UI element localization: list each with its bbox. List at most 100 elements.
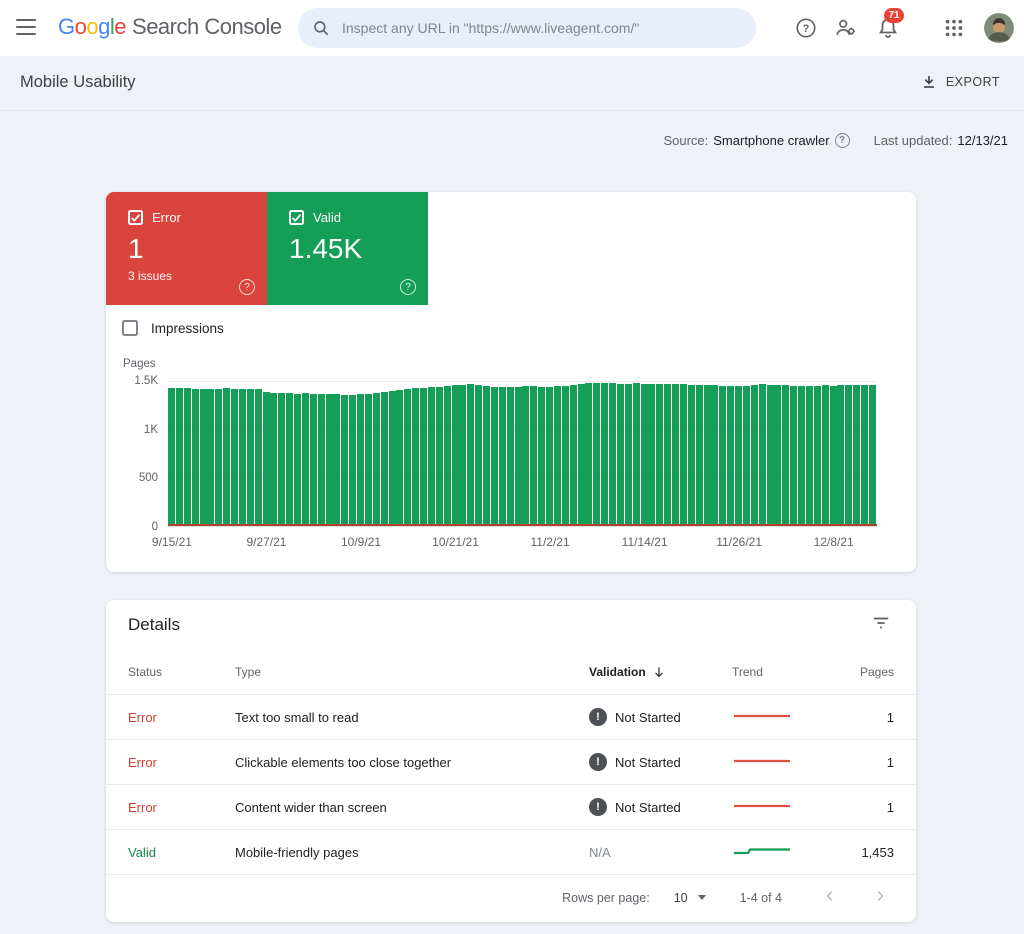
chart-bar[interactable]	[727, 386, 734, 526]
filter-icon[interactable]	[868, 610, 894, 641]
chart-bar[interactable]	[719, 386, 726, 526]
chart-bar[interactable]	[554, 386, 561, 526]
chart-bar[interactable]	[696, 385, 703, 526]
chart-bar[interactable]	[176, 388, 183, 526]
chart-bar[interactable]	[688, 385, 695, 526]
chart-bar[interactable]	[184, 388, 191, 526]
chart-bar[interactable]	[452, 385, 459, 526]
chart-bar[interactable]	[436, 387, 443, 526]
chart-bar[interactable]	[837, 385, 844, 526]
col-header-trend[interactable]: Trend	[732, 665, 832, 679]
chart-bar[interactable]	[585, 383, 592, 526]
chart-bar[interactable]	[751, 385, 758, 526]
col-header-type[interactable]: Type	[235, 665, 589, 679]
chart-bar[interactable]	[270, 393, 277, 526]
help-icon[interactable]: ?	[795, 17, 817, 39]
rows-per-page-select[interactable]: 10	[674, 891, 706, 905]
url-inspect-searchbox[interactable]	[298, 8, 756, 48]
chart-bar[interactable]	[609, 383, 616, 526]
chart-bars[interactable]	[168, 380, 877, 526]
hamburger-menu-icon[interactable]	[16, 19, 36, 35]
chart-bar[interactable]	[491, 387, 498, 526]
chart-bar[interactable]	[861, 385, 868, 526]
chart-bar[interactable]	[814, 386, 821, 526]
chart-bar[interactable]	[633, 383, 640, 526]
chart-bar[interactable]	[869, 385, 876, 526]
chart-bar[interactable]	[530, 386, 537, 526]
chart-bar[interactable]	[389, 391, 396, 526]
chart-bar[interactable]	[192, 389, 199, 526]
chart-bar[interactable]	[168, 388, 175, 526]
chart-bar[interactable]	[798, 386, 805, 526]
chart-bar[interactable]	[664, 384, 671, 526]
chart-bar[interactable]	[790, 386, 797, 526]
col-header-validation[interactable]: Validation	[589, 665, 732, 679]
chart-bar[interactable]	[223, 388, 230, 526]
notifications-bell[interactable]: 71	[876, 15, 902, 41]
chart-bar[interactable]	[680, 384, 687, 526]
manage-users-icon[interactable]	[835, 17, 857, 39]
chevron-right-icon[interactable]	[866, 886, 894, 909]
chart-bar[interactable]	[263, 392, 270, 526]
chart-bar[interactable]	[546, 387, 553, 526]
chart-bar[interactable]	[830, 386, 837, 526]
chart-bar[interactable]	[239, 389, 246, 526]
chart-bar[interactable]	[294, 394, 301, 526]
chart-bar[interactable]	[641, 384, 648, 526]
chart-bar[interactable]	[648, 384, 655, 526]
table-row[interactable]: Valid Mobile-friendly pages N/A 1,453	[106, 830, 916, 875]
chart-bar[interactable]	[672, 384, 679, 526]
chart-bar[interactable]	[215, 389, 222, 526]
apps-grid-icon[interactable]	[943, 17, 965, 39]
export-button[interactable]: EXPORT	[919, 70, 1002, 94]
chart-bar[interactable]	[774, 385, 781, 526]
chart-bar[interactable]	[357, 394, 364, 526]
chart-bar[interactable]	[562, 386, 569, 526]
avatar[interactable]	[984, 13, 1014, 43]
app-logo[interactable]: GoogleSearch Console	[58, 14, 282, 40]
source-help-icon[interactable]: ?	[835, 133, 850, 148]
chart-bar[interactable]	[255, 389, 262, 526]
chart-bar[interactable]	[735, 386, 742, 526]
chart-bar[interactable]	[593, 383, 600, 526]
chart-bar[interactable]	[538, 387, 545, 526]
chart-bar[interactable]	[302, 393, 309, 526]
chart-bar[interactable]	[231, 389, 238, 526]
chart-bar[interactable]	[365, 394, 372, 526]
search-input[interactable]	[342, 20, 742, 36]
chart-bar[interactable]	[326, 394, 333, 526]
valid-help-icon[interactable]: ?	[400, 279, 416, 295]
chart-bar[interactable]	[467, 384, 474, 526]
checkbox-checked-icon[interactable]	[289, 210, 304, 225]
chart-bar[interactable]	[845, 385, 852, 526]
chart-bar[interactable]	[381, 392, 388, 526]
chevron-left-icon[interactable]	[816, 886, 844, 909]
chart-bar[interactable]	[578, 384, 585, 526]
valid-summary-card[interactable]: Valid 1.45K ?	[267, 192, 428, 305]
chart-bar[interactable]	[200, 389, 207, 526]
col-header-pages[interactable]: Pages	[832, 665, 894, 679]
chart-bar[interactable]	[278, 393, 285, 526]
chart-bar[interactable]	[499, 387, 506, 526]
chart-bar[interactable]	[412, 388, 419, 526]
table-row[interactable]: Error Text too small to read !Not Starte…	[106, 695, 916, 740]
chart-bar[interactable]	[349, 395, 356, 526]
chart-bar[interactable]	[247, 389, 254, 526]
chart-bar[interactable]	[782, 385, 789, 526]
chart-bar[interactable]	[428, 387, 435, 526]
chart-bar[interactable]	[767, 385, 774, 526]
error-help-icon[interactable]: ?	[239, 279, 255, 295]
chart-bar[interactable]	[711, 385, 718, 526]
chart-bar[interactable]	[333, 394, 340, 526]
chart-bar[interactable]	[704, 385, 711, 526]
chart-bar[interactable]	[341, 395, 348, 526]
chart-bar[interactable]	[207, 389, 214, 526]
chart-bar[interactable]	[743, 386, 750, 526]
chart-bar[interactable]	[444, 386, 451, 526]
chart-bar[interactable]	[759, 384, 766, 526]
chart-bar[interactable]	[404, 389, 411, 526]
chart-bar[interactable]	[483, 386, 490, 526]
table-row[interactable]: Error Content wider than screen !Not Sta…	[106, 785, 916, 830]
chart-bar[interactable]	[475, 385, 482, 526]
chart-bar[interactable]	[318, 394, 325, 526]
